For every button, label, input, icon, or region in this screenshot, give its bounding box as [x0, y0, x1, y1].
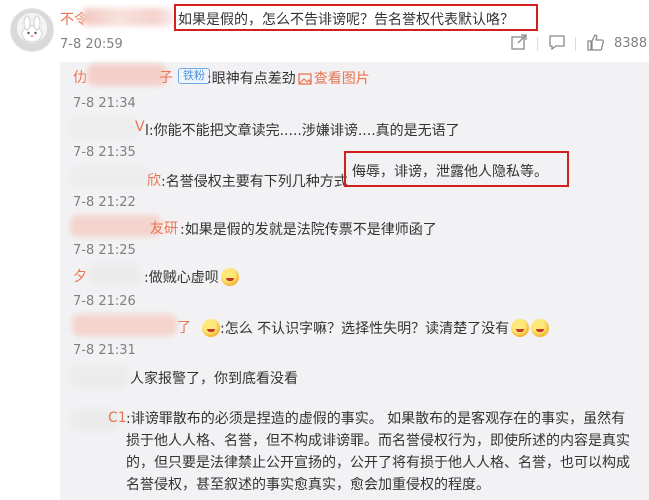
comment-body: 如果是假的，怎么不告诽谤呢？告名誉权代表默认咯？: [178, 12, 514, 28]
reply-text: :怎么 不认识字嘛？选择性失明？读清楚了没有: [220, 321, 510, 337]
list-item: C1 :诽谤罪散布的必须是捏造的虚假的事实。 如果散布的是客观存在的事实，虽然有…: [60, 399, 649, 500]
reply-list: 仂 子 铁粉 :眼神有点差劲 查看图片 7-8 21:34 V l:你能不能把文章…: [60, 62, 649, 500]
emoji-icon: [531, 319, 550, 337]
fan-badge: 铁粉: [178, 67, 210, 84]
divider: [575, 37, 576, 51]
image-icon: [298, 73, 312, 85]
reply-timestamp: 7-8 21:31: [73, 343, 136, 358]
blurred-username: [87, 64, 167, 86]
blurred-username: [70, 167, 152, 189]
reply-timestamp: 7-8 21:26: [73, 294, 136, 309]
like-icon: [587, 34, 605, 51]
highlighted-text: 侮辱，诽谤，泄露他人隐私等。: [352, 164, 548, 180]
reply-timestamp: 7-8 21:35: [73, 145, 136, 160]
share-button[interactable]: [510, 33, 528, 51]
rabbit-avatar-icon: [21, 15, 43, 43]
reply-text: :眼神有点差劲: [207, 71, 296, 87]
reply-username-tail[interactable]: 友研: [150, 218, 178, 238]
reply-timestamp: 7-8 21:25: [73, 243, 136, 258]
like-button[interactable]: [586, 33, 606, 51]
like-count: 8388: [614, 36, 648, 51]
reply-text: :名誉侵权主要有下列几种方式: [161, 174, 348, 190]
blurred-username: [88, 263, 140, 285]
reply-text-wrap: :做贼心虚呗: [144, 267, 239, 287]
divider: [537, 37, 538, 51]
blurred-username: [70, 366, 128, 388]
reply-timestamp: 7-8 21:34: [73, 96, 136, 111]
blurred-username: [82, 8, 174, 26]
blurred-username: [70, 116, 138, 138]
emoji-icon: [220, 268, 239, 286]
blurred-username: [70, 215, 162, 237]
emoji-icon: [511, 319, 530, 337]
reply-username-tail[interactable]: 子: [159, 67, 173, 87]
reply-text-wrap: :怎么 不认识字嘛？选择性失明？读清楚了没有: [200, 318, 550, 338]
reply-text: :诽谤罪散布的必须是捏造的虚假的事实。 如果散布的是客观存在的事实，虽然有损于他…: [126, 411, 630, 493]
comment-icon: [549, 35, 565, 51]
reply-text: l:你能不能把文章读完.....涉嫌诽谤....真的是无语了: [145, 123, 460, 139]
reply-username[interactable]: 仂: [73, 67, 87, 87]
comment-button[interactable]: [548, 33, 566, 51]
reply-text: 人家报警了，你到底看没看: [130, 371, 298, 387]
avatar[interactable]: [10, 8, 54, 52]
fan-badge-label: 铁粉: [178, 68, 210, 84]
comment-timestamp: 7-8 20:59: [60, 37, 123, 52]
comment-thread: 不令 如果是假的，怎么不告诽谤呢？告名誉权代表默认咯？ 7-8 20:59 83…: [0, 0, 649, 500]
view-image-link[interactable]: 查看图片: [314, 71, 370, 87]
reply-text: :做贼心虚呗: [144, 270, 219, 286]
blurred-username: [72, 314, 177, 336]
reply-username[interactable]: 夕: [73, 266, 87, 286]
reply-text-wrap: :眼神有点差劲 查看图片: [207, 68, 370, 88]
emoji-icon: [202, 319, 220, 337]
share-icon: [511, 34, 527, 50]
reply-text: :如果是假的发就是法院传票不是律师函了: [180, 222, 437, 238]
reply-username-tail[interactable]: V: [135, 119, 145, 135]
reply-timestamp: 7-8 21:22: [73, 195, 136, 210]
reply-username-tail[interactable]: 欣: [147, 170, 161, 190]
top-comment: 不令 如果是假的，怎么不告诽谤呢？告名誉权代表默认咯？ 7-8 20:59 83…: [0, 0, 649, 62]
reply-text-wrap: :诽谤罪散布的必须是捏造的虚假的事实。 如果散布的是客观存在的事实，虽然有损于他…: [73, 408, 633, 496]
reply-username-tail[interactable]: 了: [177, 317, 191, 337]
